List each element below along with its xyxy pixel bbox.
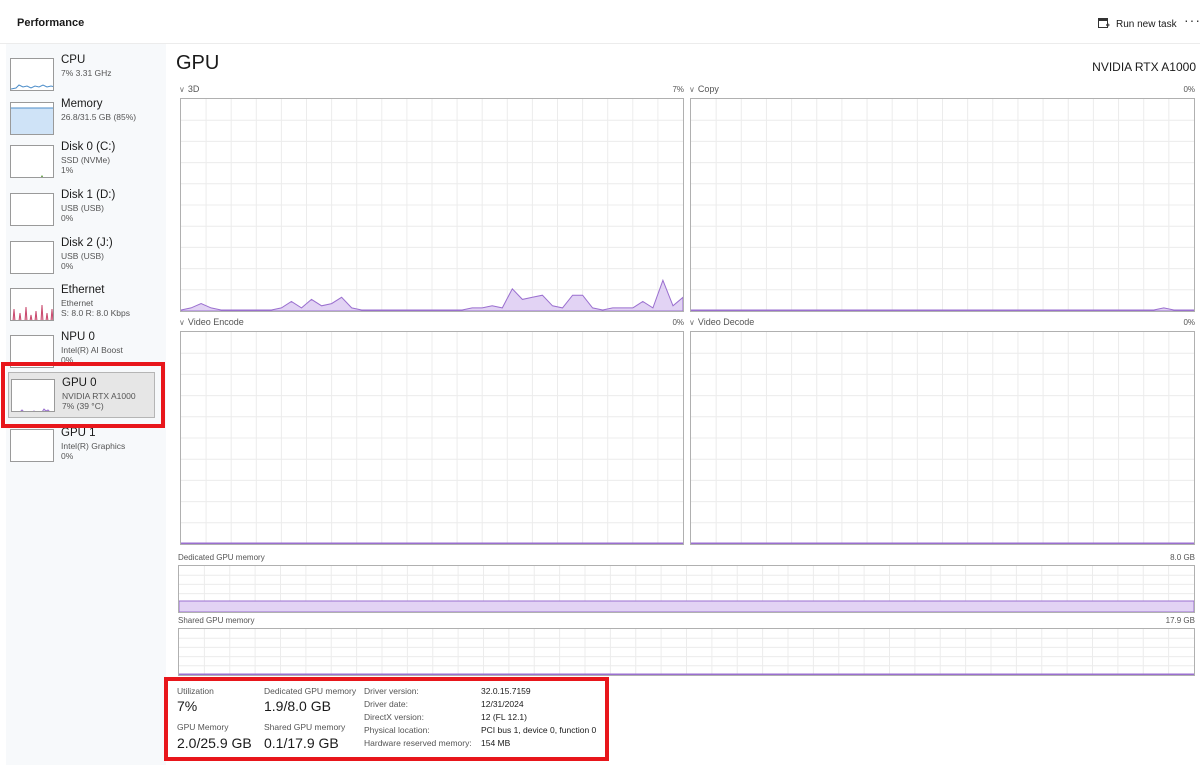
sidebar-item-detail: Intel(R) Graphics (61, 441, 126, 451)
gpu-0-highlight (1, 362, 165, 428)
graph-video-encode-svg (181, 332, 683, 544)
graph-3d-selector[interactable]: ∨ 3D (179, 84, 199, 94)
graph-3d-label: 3D (187, 84, 200, 94)
gpu-model-name: NVIDIA RTX A1000 (1092, 60, 1196, 74)
driver-version-key: Driver version: (364, 686, 419, 696)
directx-version-value: 12 (FL 12.1) (481, 712, 527, 722)
chevron-down-icon: ∨ (179, 318, 185, 327)
graph-video-encode-area (181, 542, 683, 544)
sidebar-item-detail: 7% 3.31 GHz (61, 68, 112, 78)
shared-memory-label: Shared GPU memory (178, 616, 255, 625)
sidebar-item-detail: Intel(R) AI Boost (61, 345, 123, 355)
driver-date-value: 12/31/2024 (481, 699, 524, 709)
sidebar-item-detail: USB (USB) (61, 203, 104, 213)
reserved-memory-key: Hardware reserved memory: (364, 738, 472, 748)
sidebar-item-detail: Ethernet (61, 298, 94, 308)
utilization-value: 7% (177, 698, 198, 714)
sidebar-item-usage: S: 8.0 R: 8.0 Kbps (61, 308, 130, 318)
shared-memory-max: 17.9 GB (1165, 616, 1195, 625)
sidebar-item-disk-2[interactable]: Disk 2 (J:) USB (USB) 0% (8, 233, 158, 279)
run-task-icon (1098, 18, 1110, 30)
sidebar-item-label: CPU (61, 54, 86, 66)
sidebar-item-label: Disk 1 (D:) (61, 189, 116, 201)
sidebar-item-disk-1[interactable]: Disk 1 (D:) USB (USB) 0% (8, 185, 158, 231)
sidebar-item-ethernet[interactable]: Ethernet Ethernet S: 8.0 R: 8.0 Kbps (8, 280, 158, 326)
sidebar-item-gpu-1[interactable]: GPU 1 Intel(R) Graphics 0% (8, 423, 158, 469)
sidebar-item-label: NPU 0 (61, 331, 95, 343)
chevron-down-icon: ∨ (689, 318, 695, 327)
dedicated-memory-graph (178, 565, 1195, 613)
driver-version-value: 32.0.15.7159 (481, 686, 531, 696)
sidebar-item-label: Ethernet (61, 284, 105, 296)
sidebar-item-detail: USB (USB) (61, 251, 104, 261)
chevron-down-icon: ∨ (179, 85, 185, 94)
graph-copy-label: Copy (697, 84, 719, 94)
cpu-thumbnail (10, 58, 54, 91)
reserved-memory-value: 154 MB (481, 738, 511, 748)
more-options-button[interactable]: ··· (1184, 12, 1200, 28)
disk-1-thumbnail (10, 193, 54, 226)
graph-3d-svg (181, 99, 683, 311)
graph-copy (690, 98, 1195, 312)
memory-thumbnail (10, 102, 54, 135)
disk-0-thumbnail (10, 145, 54, 178)
shared-memory-svg (179, 629, 1194, 675)
graph-video-decode (690, 331, 1195, 545)
graph-video-encode-selector[interactable]: ∨ Video Encode (179, 317, 244, 327)
gpu-1-thumbnail (10, 429, 54, 462)
utilization-label: Utilization (177, 686, 214, 696)
sidebar-item-usage: 0% (61, 451, 74, 461)
gpu-memory-label: GPU Memory (177, 722, 229, 732)
disk-2-thumbnail (10, 241, 54, 274)
graph-video-decode-label: Video Decode (697, 317, 755, 327)
sidebar-item-detail: 26.8/31.5 GB (85%) (61, 112, 137, 122)
sidebar-item-usage: 0% (61, 213, 74, 223)
dedicated-memory-svg (179, 566, 1194, 612)
dedicated-memory-fill (179, 600, 1194, 612)
shared-memory-stat-label: Shared GPU memory (264, 722, 346, 732)
sidebar-item-label: Memory (61, 98, 103, 110)
graph-video-encode-percent: 0% (672, 318, 684, 327)
directx-version-key: DirectX version: (364, 712, 424, 722)
shared-memory-graph (178, 628, 1195, 676)
page-heading: GPU (176, 52, 220, 74)
graph-copy-selector[interactable]: ∨ Copy (689, 84, 719, 94)
run-new-task-button[interactable]: Run new task (1098, 15, 1177, 33)
dedicated-memory-stat-label: Dedicated GPU memory (264, 686, 357, 696)
sidebar-item-label: Disk 2 (J:) (61, 237, 113, 249)
graph-3d-percent: 7% (672, 85, 684, 94)
title-bar: Performance Run new task ··· (0, 0, 1200, 44)
sidebar-item-detail: SSD (NVMe) (61, 155, 111, 165)
graph-video-encode-label: Video Encode (187, 317, 244, 327)
physical-location-key: Physical location: (364, 725, 430, 735)
graph-video-decode-percent: 0% (1183, 318, 1195, 327)
shared-memory-fill (179, 673, 1194, 675)
dedicated-memory-label: Dedicated GPU memory (178, 553, 265, 562)
graph-copy-percent: 0% (1183, 85, 1195, 94)
shared-memory-stat-value: 0.1/17.9 GB (264, 735, 339, 751)
dedicated-memory-max: 8.0 GB (1170, 553, 1195, 562)
physical-location-value: PCI bus 1, device 0, function 0 (481, 725, 597, 735)
sidebar-item-usage: 0% (61, 261, 74, 271)
graph-3d (180, 98, 684, 312)
dedicated-memory-stat-value: 1.9/8.0 GB (264, 698, 331, 714)
sidebar-item-disk-0[interactable]: Disk 0 (C:) SSD (NVMe) 1% (8, 137, 158, 183)
sidebar-item-label: GPU 1 (61, 427, 96, 439)
chevron-down-icon: ∨ (689, 85, 695, 94)
page-title: Performance (17, 17, 85, 29)
sidebar-item-memory[interactable]: Memory 26.8/31.5 GB (85%) (8, 94, 158, 140)
sidebar-item-cpu[interactable]: CPU 7% 3.31 GHz (8, 50, 158, 96)
sidebar-item-usage: 1% (61, 165, 74, 175)
graph-video-decode-svg (691, 332, 1194, 544)
graph-video-decode-selector[interactable]: ∨ Video Decode (689, 317, 754, 327)
gpu-memory-value: 2.0/25.9 GB (177, 735, 252, 751)
run-task-label: Run new task (1116, 18, 1177, 30)
graph-video-decode-area (691, 542, 1194, 544)
driver-date-key: Driver date: (364, 699, 408, 709)
sidebar-item-label: Disk 0 (C:) (61, 141, 116, 153)
graph-video-encode (180, 331, 684, 545)
ethernet-thumbnail (10, 288, 54, 321)
graph-copy-svg (691, 99, 1194, 311)
